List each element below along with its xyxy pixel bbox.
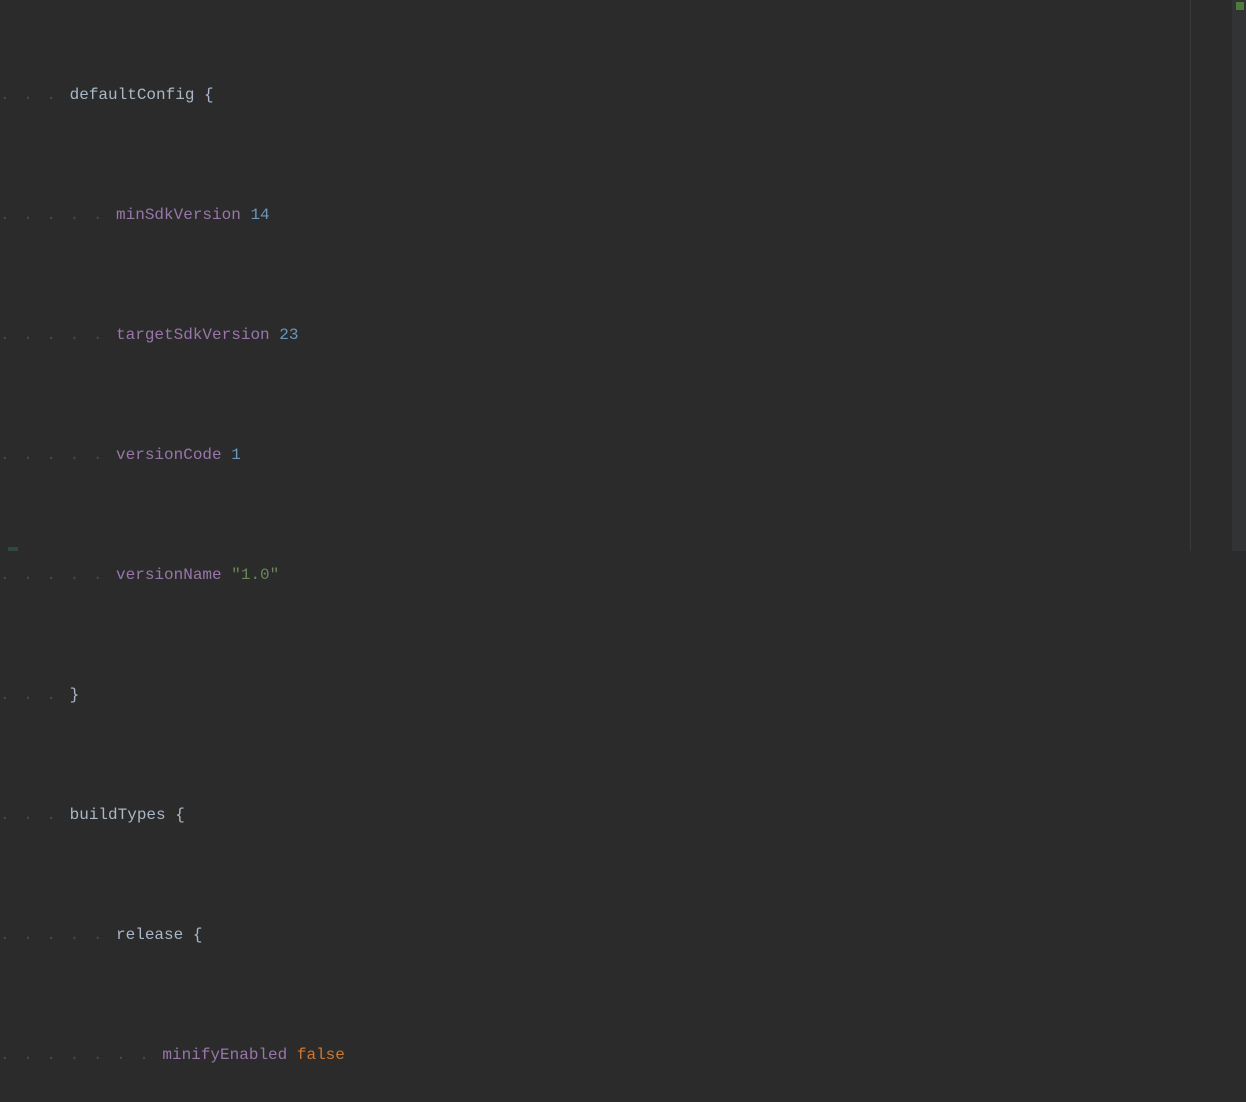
- fold-guide: . . .: [0, 86, 70, 104]
- token-minSdkVersion: minSdkVersion: [116, 206, 241, 224]
- code-line[interactable]: . . . . . . . minifyEnabled false: [0, 1040, 1246, 1070]
- keyword-false: false: [297, 1046, 345, 1064]
- token-buildTypes: buildTypes: [70, 806, 166, 824]
- token-defaultConfig: defaultConfig: [70, 86, 195, 104]
- token-versionCode: versionCode: [116, 446, 222, 464]
- brace-open: {: [183, 926, 202, 944]
- brace-open: {: [194, 86, 213, 104]
- fold-guide: . . . . .: [0, 206, 116, 224]
- code-line[interactable]: . . . . . minSdkVersion 14: [0, 200, 1246, 230]
- value-1.0: "1.0": [231, 566, 279, 584]
- fold-guide: . . .: [0, 686, 70, 704]
- value-1: 1: [231, 446, 241, 464]
- brace-close: }: [70, 686, 80, 704]
- caret-row-marker: [8, 547, 18, 551]
- code-line[interactable]: . . . buildTypes {: [0, 800, 1246, 830]
- scrollbar[interactable]: [1232, 0, 1246, 551]
- token-targetSdkVersion: targetSdkVersion: [116, 326, 270, 344]
- fold-guide: . . . . .: [0, 326, 116, 344]
- value-14: 14: [250, 206, 269, 224]
- fold-guide: . . .: [0, 806, 70, 824]
- code-line[interactable]: . . . . . release {: [0, 920, 1246, 950]
- token-versionName: versionName: [116, 566, 222, 584]
- code-line[interactable]: . . . . . targetSdkVersion 23: [0, 320, 1246, 350]
- brace-open: {: [166, 806, 185, 824]
- code-editor[interactable]: . . . defaultConfig { . . . . . minSdkVe…: [0, 0, 1246, 1102]
- value-23: 23: [279, 326, 298, 344]
- code-line[interactable]: . . . . . versionName "1.0": [0, 560, 1246, 590]
- right-margin-guide: [1190, 0, 1191, 551]
- code-line[interactable]: . . . defaultConfig {: [0, 80, 1246, 110]
- fold-guide: . . . . .: [0, 566, 116, 584]
- code-line[interactable]: . . . }: [0, 680, 1246, 710]
- fold-guide: . . . . .: [0, 446, 116, 464]
- code-line[interactable]: . . . . . versionCode 1: [0, 440, 1246, 470]
- token-minifyEnabled: minifyEnabled: [162, 1046, 287, 1064]
- token-release: release: [116, 926, 183, 944]
- vcs-marker-icon: [1236, 2, 1244, 10]
- fold-guide: . . . . . . .: [0, 1046, 162, 1064]
- fold-guide: . . . . .: [0, 926, 116, 944]
